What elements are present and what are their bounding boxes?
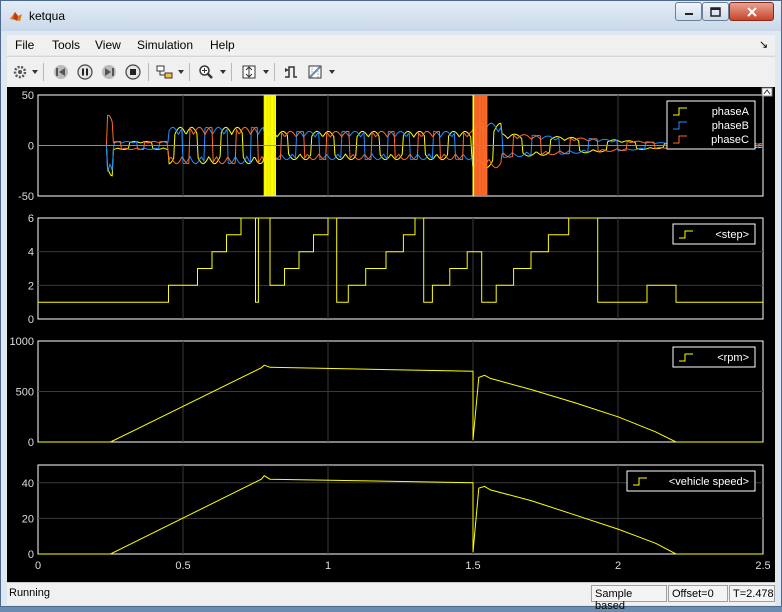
pause-icon[interactable] (75, 62, 95, 82)
status-state: Running (9, 587, 50, 599)
x-tick-label: 0.5 (175, 560, 190, 572)
scope-panel-3: 1000 500 0 <rpm> (10, 336, 764, 449)
y-tick-label: 4 (28, 247, 34, 259)
menu-file[interactable]: File (15, 38, 34, 52)
menu-simulation[interactable]: Simulation (137, 38, 193, 52)
minimize-button[interactable] (675, 2, 702, 21)
step-forward-icon[interactable] (99, 62, 119, 82)
close-icon (746, 6, 757, 17)
title-bar: ketqua (1, 1, 781, 31)
menu-bar: File Tools View Simulation Help ↘ (7, 35, 775, 55)
axes-frame (37, 217, 764, 320)
cursor-measure-icon[interactable] (305, 62, 325, 82)
y-tick-label: 0 (28, 549, 34, 561)
autoscale-icon[interactable] (239, 62, 259, 82)
gear-icon[interactable] (11, 62, 29, 82)
close-button[interactable] (729, 2, 774, 21)
legend-label: <step> (715, 229, 749, 241)
menu-tools[interactable]: Tools (52, 38, 80, 52)
dock-arrow-icon[interactable]: ↘ (759, 38, 768, 51)
status-time: T=2.478 (729, 585, 775, 602)
step-back-icon[interactable] (51, 62, 71, 82)
maximize-icon (710, 6, 721, 17)
y-tick-label: 1000 (10, 336, 34, 348)
y-tick-label: 0 (28, 314, 34, 326)
y-tick-label: 6 (28, 213, 34, 225)
y-tick-label: -50 (18, 191, 34, 203)
status-offset: Offset=0 (668, 585, 728, 602)
x-tick-label: 1.5 (465, 560, 480, 572)
y-tick-label: 2 (28, 280, 34, 292)
x-tick-label: 2 (615, 560, 621, 572)
menu-help[interactable]: Help (210, 38, 235, 52)
toolbar (7, 56, 775, 87)
legend-label: <rpm> (717, 352, 749, 364)
undock-icon[interactable] (761, 87, 773, 97)
y-tick-label: 50 (22, 90, 34, 102)
y-tick-label: 0 (28, 437, 34, 449)
legend-label: phaseA (712, 106, 750, 118)
y-tick-label: 40 (22, 478, 34, 490)
matlab-logo-icon (10, 12, 22, 21)
legend-label: <vehicle speed> (669, 476, 749, 488)
y-tick-label: 20 (22, 513, 34, 525)
legend-label: phaseC (711, 134, 749, 146)
x-tick-label: 1 (325, 560, 331, 572)
trigger-icon[interactable] (281, 62, 301, 82)
x-tick-label: 0 (35, 560, 41, 572)
scope-plots: 500-50phaseAphaseBphaseC6420<step>100050… (10, 87, 773, 572)
zoom-icon[interactable] (196, 62, 216, 82)
status-sample-mode: Sample based (591, 585, 667, 612)
status-bar: Running Sample based Offset=0 T=2.478 (7, 582, 775, 612)
scope-panel-1: 50 0 -50 phaseA phaseB phaseC (18, 90, 764, 203)
scope-panel-2: 6 4 2 0 <step> (28, 213, 764, 326)
stop-icon[interactable] (123, 62, 143, 82)
maximize-button[interactable] (702, 2, 729, 21)
y-tick-label: 500 (16, 387, 34, 399)
scope-plot-area[interactable]: 50 0 -50 phaseA phaseB phaseC 6 4 2 0 <step> 1000 50… (7, 87, 775, 582)
scope-panel-4: 40 20 00 0.5 1 1.5 2 2.5 <vehicle speed> (22, 464, 771, 572)
minimize-icon (684, 12, 693, 15)
x-tick-label: 2.5 (755, 560, 770, 572)
menu-view[interactable]: View (95, 38, 121, 52)
window-title: ketqua (29, 9, 66, 23)
y-tick-label: 0 (28, 141, 34, 153)
highlight-block-icon[interactable] (155, 62, 175, 82)
legend-label: phaseB (712, 120, 749, 132)
scope-window: ketqua File Tools View Simulation Help ↘ (0, 0, 782, 612)
